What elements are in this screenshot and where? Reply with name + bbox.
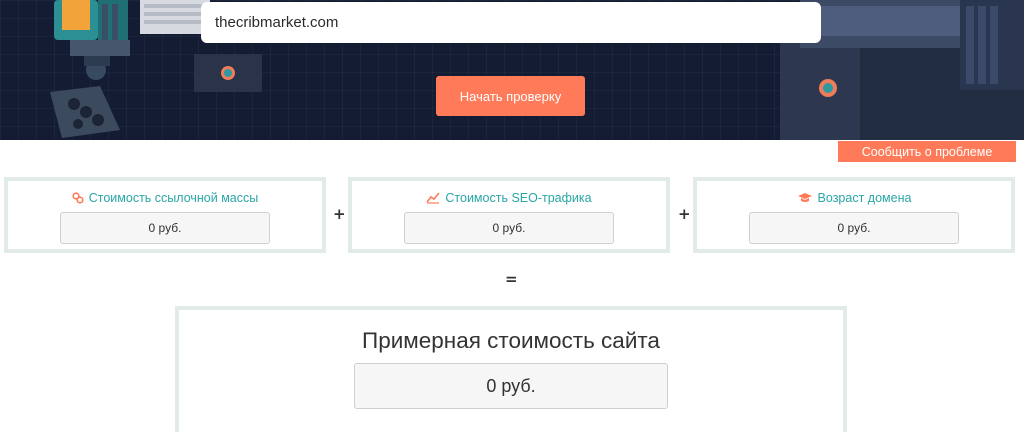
link-icon <box>72 192 84 204</box>
plus-operator: + <box>333 205 346 223</box>
card-title-label: Стоимость ссылочной массы <box>88 191 259 205</box>
card-title-label: Возраст домена <box>817 191 912 205</box>
graduation-cap-icon <box>797 193 812 202</box>
equals-operator: = <box>505 270 518 288</box>
card-value: 0 руб. <box>404 212 614 244</box>
link-mass-cost-card: Стоимость ссылочной массы 0 руб. <box>4 177 326 253</box>
estimated-value: 0 руб. <box>354 363 668 409</box>
start-check-button[interactable]: Начать проверку <box>436 76 585 116</box>
chart-line-icon <box>426 192 441 204</box>
card-value: 0 руб. <box>749 212 959 244</box>
estimated-value-panel: Примерная стоимость сайта 0 руб. <box>175 306 847 432</box>
domain-search-input[interactable] <box>201 2 821 43</box>
hero-banner: Начать проверку <box>0 0 1024 140</box>
plus-operator: + <box>678 205 691 223</box>
laptop-illustration <box>140 0 210 34</box>
card-value: 0 руб. <box>60 212 270 244</box>
seo-traffic-cost-card: Стоимость SEO-трафика 0 руб. <box>348 177 670 253</box>
report-problem-button[interactable]: Сообщить о проблеме <box>838 141 1016 162</box>
estimated-value-title: Примерная стоимость сайта <box>362 328 660 353</box>
robot-illustration <box>50 0 130 138</box>
domain-age-card: Возраст домена 0 руб. <box>693 177 1015 253</box>
server-box-illustration <box>194 54 262 92</box>
card-title-label: Стоимость SEO-трафика <box>445 191 592 205</box>
